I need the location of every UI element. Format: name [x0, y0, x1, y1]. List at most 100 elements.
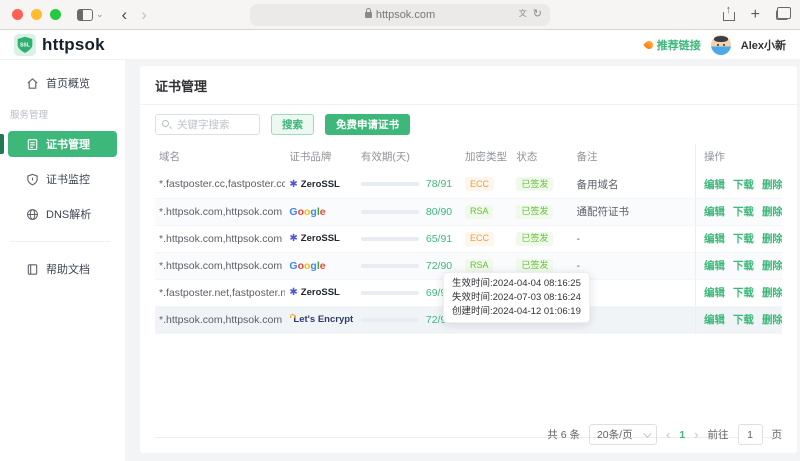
brand-cell: Google	[289, 260, 352, 272]
status-badge: 已签发	[516, 232, 553, 246]
download-link[interactable]: 下载	[733, 204, 754, 219]
window-controls[interactable]	[12, 9, 61, 20]
browser-chrome: ⌄ ‹ › httpsok.com 文 ↻ +	[0, 0, 800, 30]
delete-link[interactable]: 删除	[762, 231, 782, 246]
goto-page-input[interactable]	[738, 424, 763, 445]
edit-link[interactable]: 编辑	[704, 231, 725, 246]
translate-icon[interactable]: 文	[519, 8, 527, 19]
table-row: *.httpsok.com,httpsok.com ✱ZeroSSL 65/91 EC…	[155, 225, 782, 252]
domain-cell: *.httpsok.com,httpsok.com	[155, 225, 285, 252]
brand[interactable]: SSL httpsok	[14, 34, 105, 56]
edit-link[interactable]: 编辑	[704, 177, 725, 192]
delete-link[interactable]: 删除	[762, 312, 782, 327]
sidebar-item-dns-resolve[interactable]: DNS解析	[8, 201, 117, 227]
zerossl-logo: ✱	[289, 287, 297, 298]
sidebar-item-cert-monitor[interactable]: 证书监控	[8, 166, 117, 192]
encryption-badge: RSA	[465, 205, 494, 219]
brand-cell: ✱ZeroSSL	[289, 179, 352, 190]
sidebar-item-help-docs[interactable]: 帮助文档	[8, 256, 117, 282]
edit-link[interactable]: 编辑	[704, 204, 725, 219]
page-title: 证书管理	[155, 66, 782, 104]
tab-overview-icon[interactable]	[776, 10, 788, 20]
reload-icon[interactable]: ↻	[533, 7, 542, 20]
sidebar-item-cert-management[interactable]: 证书管理	[8, 131, 117, 157]
pagination: 共 6 条 20条/页 ‹ 1 › 前往 页	[547, 424, 782, 445]
zerossl-logo: ✱	[289, 179, 297, 190]
encryption-badge: RSA	[465, 259, 494, 273]
download-link[interactable]: 下载	[733, 312, 754, 327]
lock-icon	[365, 12, 372, 18]
delete-link[interactable]: 删除	[762, 285, 782, 300]
domain-cell: *.httpsok.com,httpsok.com	[155, 252, 285, 279]
domain-cell: *.fastposter.net,fastposter.net	[155, 279, 285, 306]
app-header: SSL httpsok 推荐链接 Alex小新	[0, 30, 800, 60]
domain-cell: *.httpsok.com,httpsok.com	[155, 198, 285, 225]
brand-cell: ✱ZeroSSL	[289, 233, 352, 244]
col-remark: 备注	[573, 144, 696, 171]
col-status: 状态	[512, 144, 572, 171]
toolbar: 搜索 免费申请证书	[155, 114, 782, 135]
brand-cell: Let's Encrypt	[289, 314, 352, 325]
status-badge: 已签发	[516, 259, 553, 273]
search-input[interactable]	[155, 114, 260, 135]
prev-page-button[interactable]: ‹	[666, 428, 670, 441]
username[interactable]: Alex小新	[741, 37, 786, 53]
delete-link[interactable]: 删除	[762, 177, 782, 192]
edit-link[interactable]: 编辑	[704, 285, 725, 300]
brand-name: httpsok	[42, 35, 105, 55]
edit-link[interactable]: 编辑	[704, 258, 725, 273]
maximize-window-button[interactable]	[50, 9, 61, 20]
col-brand: 证书品牌	[285, 144, 356, 171]
encryption-badge: ECC	[465, 177, 494, 191]
domain-cell: *.httpsok.com,httpsok.com	[155, 306, 285, 333]
cert-icon	[26, 138, 39, 151]
page-size-select[interactable]: 20条/页	[589, 424, 657, 445]
book-icon	[26, 263, 39, 276]
page-unit-label: 页	[772, 427, 783, 442]
search-button[interactable]: 搜索	[271, 114, 314, 135]
status-badge: 已签发	[516, 205, 553, 219]
delete-link[interactable]: 删除	[762, 204, 782, 219]
download-link[interactable]: 下载	[733, 285, 754, 300]
next-page-button[interactable]: ›	[694, 428, 698, 441]
svg-text:SSL: SSL	[20, 42, 30, 48]
download-link[interactable]: 下载	[733, 177, 754, 192]
home-icon	[26, 77, 39, 90]
sidebar-toggle-icon[interactable]: ⌄	[77, 9, 104, 21]
avatar[interactable]	[711, 35, 731, 55]
remark-cell: 备用域名	[573, 171, 696, 198]
sidebar-item-home-overview[interactable]: 首页概览	[8, 70, 117, 96]
sidebar-divider	[10, 241, 111, 242]
current-page[interactable]: 1	[679, 429, 685, 441]
certificate-panel: 证书管理 搜索 免费申请证书 域名	[140, 66, 797, 453]
new-tab-icon[interactable]: +	[751, 7, 760, 23]
free-apply-cert-button[interactable]: 免费申请证书	[325, 114, 410, 135]
validity-progress: 78/91	[361, 178, 457, 190]
share-icon[interactable]	[723, 8, 735, 21]
forward-button[interactable]: ›	[141, 6, 147, 23]
google-logo: Google	[289, 206, 325, 218]
delete-link[interactable]: 删除	[762, 258, 782, 273]
shield-icon	[26, 173, 39, 186]
remark-cell: -	[573, 306, 696, 333]
table-row: *.fastposter.cc,fastposter.cc✱ZeroSSL78/…	[155, 171, 782, 198]
close-window-button[interactable]	[12, 9, 23, 20]
address-bar[interactable]: httpsok.com 文 ↻	[250, 4, 550, 26]
edit-link[interactable]: 编辑	[704, 312, 725, 327]
table-row: *.httpsok.com,httpsok.comGoogle80/90RSA已…	[155, 198, 782, 225]
table-header-row: 域名 证书品牌 有效期(天) 加密类型 状态 备注 操作	[155, 144, 782, 171]
remark-cell: -	[573, 252, 696, 279]
validity-progress: 65/91	[361, 233, 457, 245]
encryption-badge: ECC	[465, 232, 494, 246]
referral-link[interactable]: 推荐链接	[645, 37, 701, 53]
minimize-window-button[interactable]	[31, 9, 42, 20]
download-link[interactable]: 下载	[733, 258, 754, 273]
back-button[interactable]: ‹	[122, 6, 128, 23]
cert-dates-tooltip: 生效时间:2024-04-04 08:16:25 失效时间:2024-07-03…	[443, 272, 590, 323]
tooltip-effective-time: 生效时间:2024-04-04 08:16:25	[452, 277, 581, 291]
url-text: httpsok.com	[376, 9, 435, 21]
download-link[interactable]: 下载	[733, 231, 754, 246]
col-domain: 域名	[155, 144, 285, 171]
total-count: 共 6 条	[547, 427, 580, 442]
sidebar-section-service-management: 服务管理	[0, 105, 117, 131]
